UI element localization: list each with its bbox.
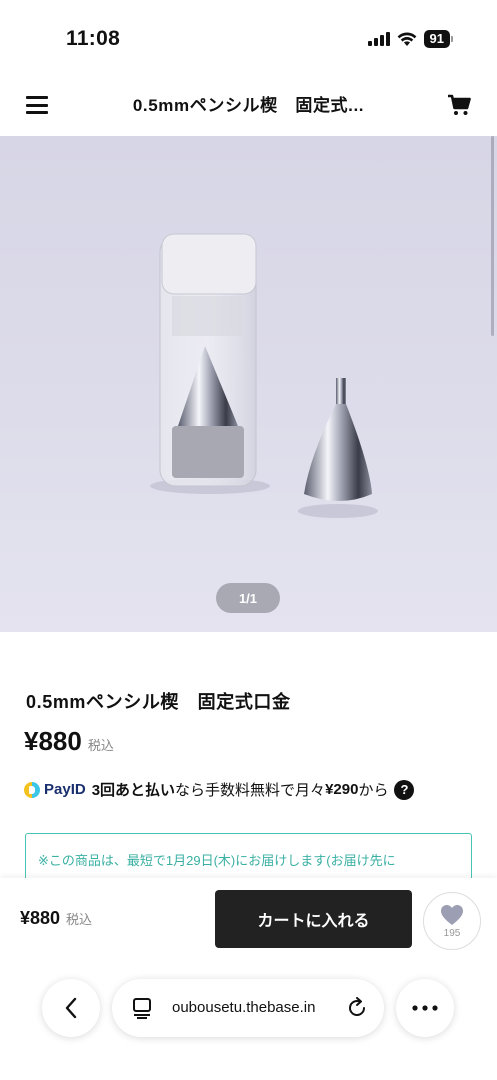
header-title: 0.5mmペンシル楔 固定式... xyxy=(132,95,365,115)
more-button[interactable] xyxy=(396,979,454,1037)
site-header: 0.5mmペンシル楔 固定式... xyxy=(0,70,497,136)
payid-highlight: 3回あと払い xyxy=(91,782,176,799)
purchase-tax-label: 税込 xyxy=(66,912,93,927)
back-icon xyxy=(65,997,77,1019)
purchase-bar: ¥880 税込 カートに入れる 195 xyxy=(0,878,497,962)
image-scrollbar[interactable] xyxy=(491,136,494,336)
purchase-price-value: ¥880 xyxy=(20,908,61,928)
payid-brand: PayID xyxy=(44,781,86,798)
payid-installment[interactable]: PayID 3回あと払い なら手数料無料で月々 ¥290 から ? xyxy=(24,779,415,800)
add-to-cart-button[interactable]: カートに入れる xyxy=(215,890,412,948)
payid-logo-icon xyxy=(24,781,40,798)
product-photo xyxy=(150,233,378,518)
like-count: 195 xyxy=(443,927,461,939)
tax-label: 税込 xyxy=(87,738,114,753)
browser-toolbar: oubousetu.thebase.in xyxy=(0,962,497,1080)
status-time: 11:08 xyxy=(66,27,121,50)
signal-icon xyxy=(367,32,390,46)
back-button[interactable] xyxy=(42,979,100,1037)
product-title: 0.5mmペンシル楔 固定式口金 xyxy=(26,692,291,712)
help-icon[interactable]: ? xyxy=(394,779,415,800)
payid-text-end: から xyxy=(358,782,389,799)
tabs-icon[interactable] xyxy=(132,997,152,1019)
product-image[interactable]: 1/1 xyxy=(0,136,497,632)
purchase-price: ¥880 税込 xyxy=(20,908,92,929)
status-bar: 11:08 91 xyxy=(0,0,497,70)
menu-icon[interactable] xyxy=(26,96,48,114)
like-button[interactable]: 195 xyxy=(423,892,481,950)
reload-icon[interactable] xyxy=(346,997,368,1019)
wifi-icon xyxy=(397,32,416,46)
price-row: ¥880 税込 xyxy=(24,726,114,757)
payid-amount: ¥290 xyxy=(325,781,359,798)
cart-icon[interactable] xyxy=(447,94,471,116)
more-icon xyxy=(412,1005,438,1011)
heart-icon xyxy=(441,904,463,925)
image-counter: 1/1 xyxy=(216,583,280,613)
status-icons: 91 xyxy=(367,30,453,48)
battery-level: 91 xyxy=(423,30,450,48)
url-text: oubousetu.thebase.in xyxy=(172,999,316,1016)
payid-text: なら手数料無料で月々 xyxy=(175,782,326,799)
product-price: ¥880 xyxy=(24,726,82,756)
address-bar[interactable]: oubousetu.thebase.in xyxy=(112,979,384,1037)
battery-icon: 91 xyxy=(423,30,453,48)
delivery-text: ※この商品は、最短で1月29日(木)にお届けします(お届け先に xyxy=(38,853,396,868)
